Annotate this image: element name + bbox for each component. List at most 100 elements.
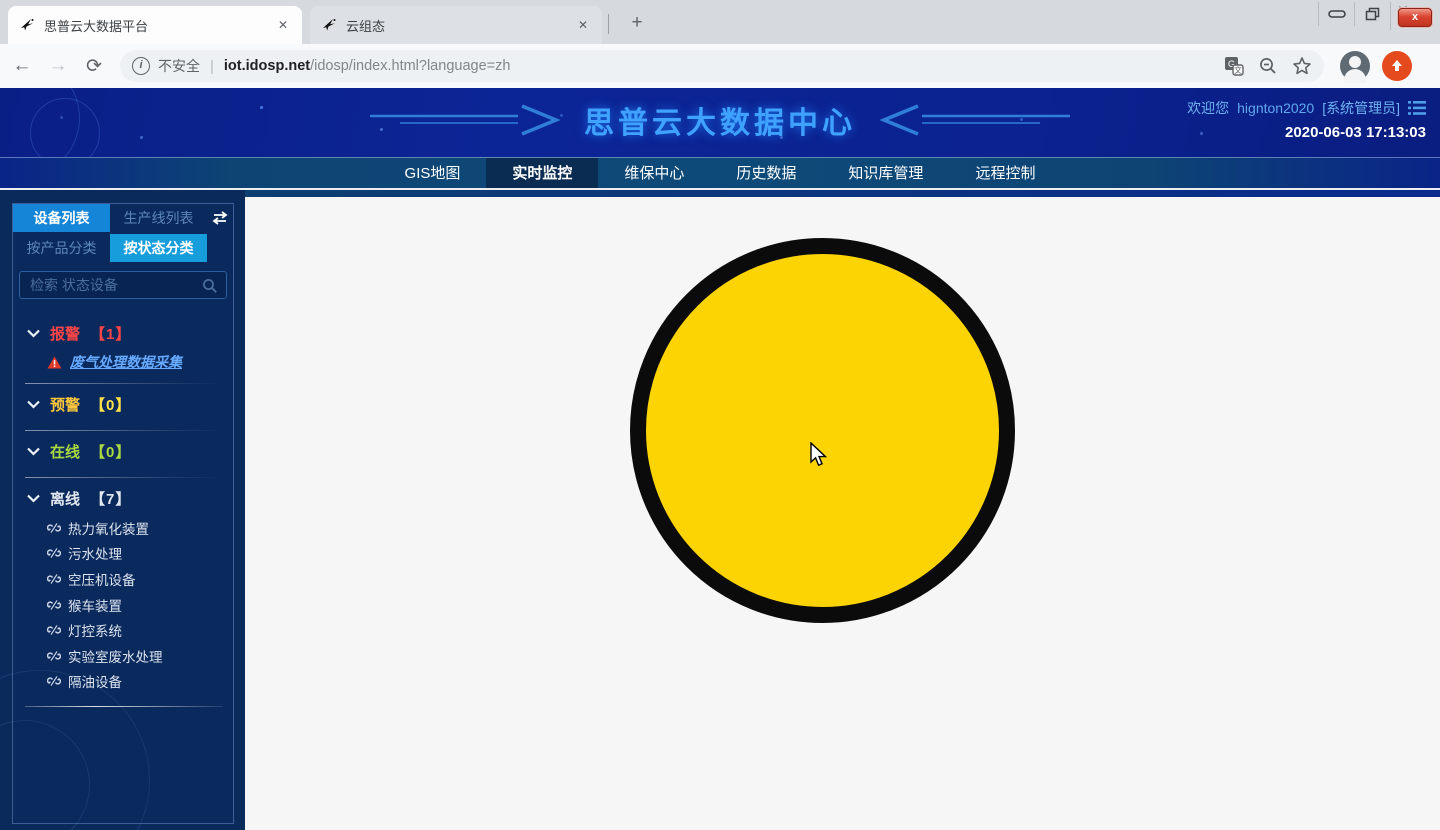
device-item[interactable]: 空压机设备 — [23, 566, 225, 592]
device-label: 污水处理 — [68, 543, 122, 563]
device-item[interactable]: 猴车装置 — [23, 592, 225, 618]
section-count: 【7】 — [90, 488, 131, 509]
swap-icon[interactable] — [207, 211, 233, 225]
chevron-down-icon[interactable] — [27, 329, 40, 338]
page-info-icon[interactable]: i — [132, 57, 150, 75]
device-search-box — [19, 271, 227, 299]
alarm-device-item[interactable]: 废气处理数据采集 — [23, 348, 225, 376]
header-user-block: 欢迎您 hignton2020 [系统管理员] 2020-06-03 17:13… — [1187, 98, 1426, 141]
nav-item-maintenance[interactable]: 维保中心 — [598, 158, 710, 188]
nav-item-history[interactable]: 历史数据 — [710, 158, 822, 188]
search-input[interactable] — [20, 272, 226, 298]
nav-item-realtime[interactable]: 实时监控 — [486, 158, 598, 188]
url-text[interactable]: iot.idosp.net/idosp/index.html?language=… — [224, 58, 1224, 74]
unlink-icon — [47, 573, 61, 585]
device-item[interactable]: 隔油设备 — [23, 669, 225, 695]
site-favicon-icon — [322, 17, 338, 33]
unlink-icon — [47, 675, 61, 687]
section-count: 【1】 — [90, 323, 131, 344]
chevron-down-icon[interactable] — [27, 447, 40, 456]
back-button[interactable]: ← — [8, 52, 36, 80]
section-label: 离线 — [50, 488, 80, 509]
new-tab-button[interactable]: + — [624, 10, 650, 36]
sidebar-tabs-row1: 设备列表 生产线列表 — [13, 204, 233, 232]
translate-icon[interactable]: G文 — [1224, 56, 1244, 76]
main-navigation: GIS地图 实时监控 维保中心 历史数据 知识库管理 远程控制 — [0, 157, 1440, 190]
tree-separator — [25, 430, 223, 431]
title-ornament-left-icon — [370, 103, 570, 137]
title-ornament-right-icon — [870, 103, 1070, 137]
device-label: 热力氧化装置 — [68, 518, 149, 538]
security-label: 不安全 — [158, 56, 200, 76]
tree-section-warning[interactable]: 预警 【0】 — [23, 389, 225, 419]
section-count: 【0】 — [90, 394, 131, 415]
device-label: 废气处理数据采集 — [70, 352, 182, 372]
device-item[interactable]: 实验室废水处理 — [23, 643, 225, 669]
tab-by-product[interactable]: 按产品分类 — [13, 234, 110, 262]
username-text: hignton2020 — [1237, 100, 1314, 116]
address-bar[interactable]: i 不安全 | iot.idosp.net/idosp/index.html?l… — [120, 50, 1324, 82]
offline-device-list: 热力氧化装置 污水处理 空压机设备 猴车装置 — [23, 515, 225, 694]
yellow-status-circle[interactable] — [630, 238, 1015, 623]
tab-divider — [608, 14, 609, 34]
device-item[interactable]: 热力氧化装置 — [23, 515, 225, 541]
unlink-icon — [47, 650, 61, 662]
device-panel: 设备列表 生产线列表 按产品分类 按状态分类 报警 【1】 — [12, 203, 234, 824]
device-item[interactable]: 灯控系统 — [23, 617, 225, 643]
tree-section-offline[interactable]: 离线 【7】 — [23, 483, 225, 513]
status-tree: 报警 【1】 废气处理数据采集 预警 【0】 在线 【0】 — [13, 299, 233, 707]
forward-button[interactable]: → — [44, 52, 72, 80]
svg-text:文: 文 — [1234, 65, 1242, 75]
section-count: 【0】 — [90, 441, 131, 462]
menu-list-icon[interactable] — [1408, 101, 1426, 115]
profile-avatar[interactable] — [1340, 51, 1370, 81]
restore-button[interactable] — [1354, 2, 1390, 26]
nav-item-gis[interactable]: GIS地图 — [379, 158, 487, 188]
tree-section-alarm[interactable]: 报警 【1】 — [23, 318, 225, 348]
chevron-down-icon[interactable] — [27, 494, 40, 503]
scada-canvas[interactable] — [245, 197, 1440, 830]
bookmark-star-icon[interactable] — [1292, 56, 1312, 76]
chevron-down-icon[interactable] — [27, 400, 40, 409]
welcome-label: 欢迎您 — [1187, 98, 1229, 118]
refresh-button[interactable]: ⟳ — [80, 52, 108, 80]
unlink-icon — [47, 624, 61, 636]
nav-item-remote[interactable]: 远程控制 — [949, 158, 1061, 188]
address-separator: | — [210, 58, 214, 75]
tree-section-online[interactable]: 在线 【0】 — [23, 436, 225, 466]
url-path: /idosp/index.html?language=zh — [310, 58, 510, 74]
minimize-button[interactable] — [1318, 2, 1354, 26]
browser-toolbar: ← → ⟳ i 不安全 | iot.idosp.net/idosp/index.… — [0, 44, 1440, 88]
tab-close-icon[interactable]: ✕ — [274, 16, 292, 34]
tree-separator — [25, 477, 223, 478]
device-item[interactable]: 污水处理 — [23, 541, 225, 567]
extension-icon[interactable] — [1382, 51, 1412, 81]
tab-close-icon[interactable]: ✕ — [574, 16, 592, 34]
device-label: 隔油设备 — [68, 671, 122, 691]
device-sidebar: 设备列表 生产线列表 按产品分类 按状态分类 报警 【1】 — [0, 190, 245, 830]
tab-production-line-list[interactable]: 生产线列表 — [110, 204, 207, 232]
alarm-warning-icon — [47, 356, 62, 369]
tab-title: 思普云大数据平台 — [44, 16, 274, 35]
device-label: 实验室废水处理 — [68, 646, 163, 666]
browser-tab-active[interactable]: 思普云大数据平台 ✕ — [8, 6, 302, 44]
tree-separator-bottom — [25, 706, 223, 707]
sidebar-tabs-row2: 按产品分类 按状态分类 — [13, 234, 233, 262]
close-button[interactable]: x — [1398, 8, 1432, 27]
device-label: 空压机设备 — [68, 569, 136, 589]
browser-tab-inactive[interactable]: 云组态 ✕ — [310, 6, 602, 44]
close-button-area[interactable]: ✕ x — [1390, 2, 1434, 30]
user-role: [系统管理员] — [1322, 98, 1400, 118]
page-body: 设备列表 生产线列表 按产品分类 按状态分类 报警 【1】 — [0, 190, 1440, 830]
nav-item-knowledge[interactable]: 知识库管理 — [822, 158, 949, 188]
unlink-icon — [47, 522, 61, 534]
unlink-icon — [47, 599, 61, 611]
section-label: 报警 — [50, 323, 80, 344]
zoom-out-icon[interactable] — [1258, 56, 1278, 76]
search-icon[interactable] — [202, 278, 218, 294]
datetime-display: 2020-06-03 17:13:03 — [1187, 124, 1426, 141]
tab-by-status[interactable]: 按状态分类 — [110, 234, 207, 262]
section-label: 预警 — [50, 394, 80, 415]
device-label: 灯控系统 — [68, 620, 122, 640]
tab-device-list[interactable]: 设备列表 — [13, 204, 110, 232]
